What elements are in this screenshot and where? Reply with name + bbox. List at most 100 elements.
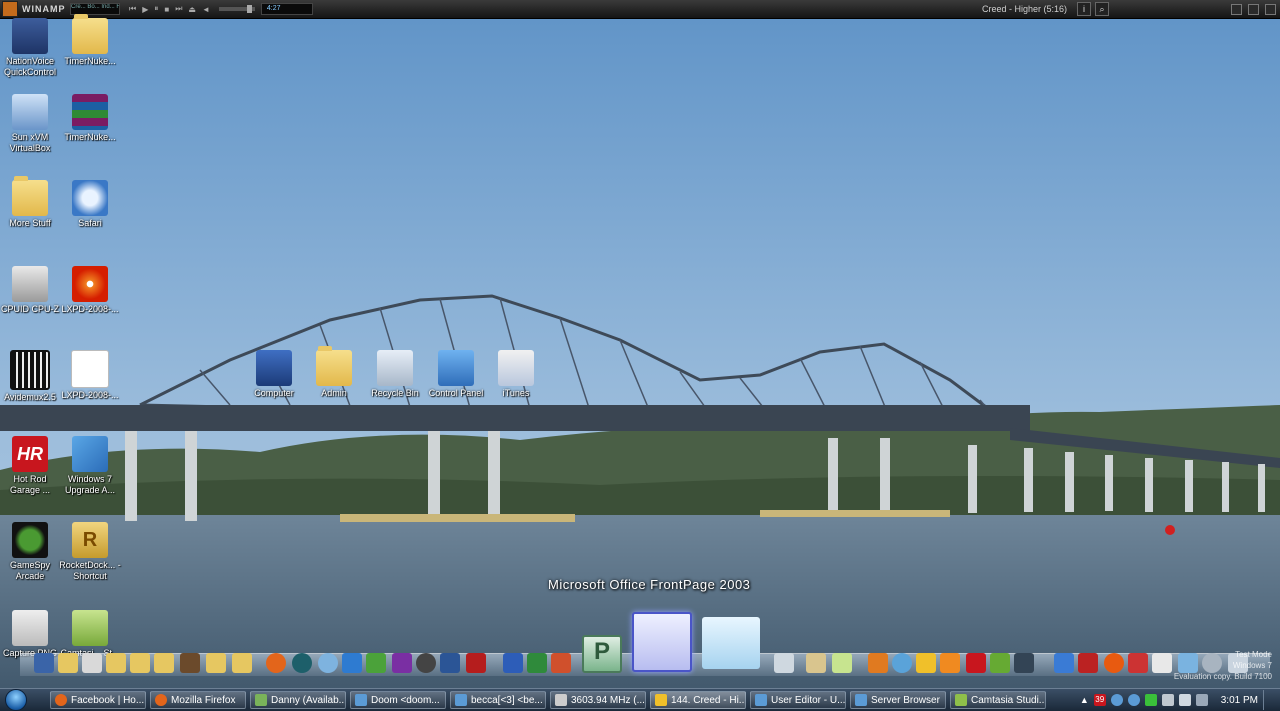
dock-folder-icon[interactable] <box>206 653 226 673</box>
tray-badge-icon[interactable]: 39 <box>1093 694 1106 706</box>
dock-excel-icon[interactable] <box>527 653 547 673</box>
winamp-close-icon[interactable] <box>1265 3 1276 15</box>
start-button[interactable] <box>0 689 32 711</box>
dock-filezilla-icon[interactable] <box>466 653 486 673</box>
dock-computer-icon[interactable] <box>34 653 54 673</box>
dock-media-player-icon[interactable] <box>940 653 960 673</box>
dock-winamp-icon[interactable] <box>916 653 936 673</box>
dock-game-icon[interactable] <box>1014 653 1034 673</box>
winamp-volume-slider[interactable] <box>218 5 255 13</box>
desktop-icon-admin[interactable]: Admin <box>302 346 366 399</box>
taskbar-task-danny[interactable]: Danny (Availab... <box>250 691 346 709</box>
taskbar-task-firefox[interactable]: Mozilla Firefox <box>150 691 246 709</box>
winamp-search-button[interactable]: ⌕ <box>1095 2 1109 16</box>
desktop-icon-gamespy[interactable]: GameSpy Arcade <box>0 522 62 582</box>
tray-expand-icon[interactable]: ▲ <box>1080 695 1089 705</box>
dock-game-icon[interactable] <box>990 653 1010 673</box>
winamp-shade-icon[interactable] <box>1248 3 1259 15</box>
dock-firefox-icon[interactable] <box>266 653 286 673</box>
taskbar-task-server-browser[interactable]: Server Browser <box>850 691 946 709</box>
desktop-icon-more-stuff[interactable]: More Stuff <box>0 176 62 229</box>
desktop-icon-computer[interactable]: Computer <box>242 350 306 399</box>
dock-internet-explorer-icon[interactable] <box>342 653 362 673</box>
taskbar-task-facebook[interactable]: Facebook | Ho... <box>50 691 146 709</box>
show-desktop-button[interactable] <box>1263 690 1274 710</box>
dock-camtasia-icon[interactable] <box>832 653 852 673</box>
dock-hot-rod-icon[interactable] <box>966 653 986 673</box>
tray-messenger-icon[interactable] <box>1110 694 1123 706</box>
dock-word-icon[interactable] <box>503 653 523 673</box>
winamp-play-icon[interactable]: ▶ <box>142 5 148 14</box>
desktop-icon-timernuke-2[interactable]: TimerNuke... <box>58 94 122 143</box>
desktop-icon-label: RocketDock... - Shortcut <box>59 560 121 581</box>
winamp-pause-icon[interactable]: ⏸ <box>154 4 158 14</box>
desktop-icon-hot-rod-garage[interactable]: HR Hot Rod Garage ... <box>0 436 62 496</box>
cpu-z-icon <box>555 694 567 706</box>
winamp-prev-icon[interactable]: ⏮ <box>129 4 136 14</box>
desktop-icon-virtualbox[interactable]: Sun xVM VirtualBox <box>0 94 62 154</box>
desktop-icon-windows7-upgrade[interactable]: Windows 7 Upgrade A... <box>58 436 122 496</box>
dock-globe-icon[interactable] <box>416 653 436 673</box>
taskbar-task-becca[interactable]: becca[<3] <be... <box>450 691 546 709</box>
dock-publisher-icon[interactable]: P <box>582 635 622 673</box>
dock-documents-icon[interactable] <box>82 653 102 673</box>
winamp-next-icon[interactable]: ⏭ <box>175 4 182 14</box>
dock-folder-icon[interactable] <box>106 653 126 673</box>
dock-app-icon[interactable] <box>1128 653 1148 673</box>
taskbar-task-cpu-speed[interactable]: 3603.94 MHz (... <box>550 691 646 709</box>
taskbar-task-user-editor[interactable]: User Editor - U... <box>750 691 846 709</box>
desktop-icon-lxpd-2[interactable]: LXPD-2008-... <box>58 350 122 401</box>
desktop-icon-control-panel[interactable]: Control Panel <box>424 350 488 399</box>
dock-cpu-z-icon[interactable] <box>1152 653 1172 673</box>
tray-app-icon[interactable] <box>1127 694 1140 706</box>
desktop-icon-nationvoice[interactable]: NationVoice QuickControl <box>0 18 62 78</box>
winamp-minimize-icon[interactable] <box>1231 3 1242 15</box>
dock-person-icon[interactable] <box>180 653 200 673</box>
dock-folder-icon[interactable] <box>130 653 150 673</box>
dock-network-icon[interactable] <box>366 653 386 673</box>
dock-folder-icon[interactable] <box>232 653 252 673</box>
tray-flag-icon[interactable] <box>1161 694 1174 706</box>
dock-netscape-icon[interactable] <box>292 653 312 673</box>
dock-calculator-icon[interactable] <box>774 653 794 673</box>
dock-quicktime-icon[interactable] <box>440 653 460 673</box>
dock-safari-icon[interactable] <box>318 653 338 673</box>
winamp-logo-icon[interactable] <box>2 1 18 17</box>
tray-status-icon[interactable] <box>1144 694 1157 706</box>
desktop-icon-label: TimerNuke... <box>64 132 116 142</box>
dock-yahoo-messenger-icon[interactable] <box>392 653 412 673</box>
taskbar-clock[interactable]: 3:01 PM <box>1221 695 1258 706</box>
dock-paint-icon[interactable] <box>806 653 826 673</box>
dock-folder-icon[interactable] <box>154 653 174 673</box>
dock-frontpage-icon[interactable] <box>632 612 692 672</box>
taskbar-task-doom[interactable]: Doom <doom... <box>350 691 446 709</box>
watermark-line-1: Test Mode <box>1235 650 1272 659</box>
desktop-icon-safari[interactable]: Safari <box>58 180 122 229</box>
desktop-icon-recycle-bin[interactable]: Recycle Bin <box>363 350 427 399</box>
winamp-volume-icon[interactable]: ◄ <box>202 5 210 14</box>
taskbar-task-winamp[interactable]: 144. Creed - Hi... <box>650 691 746 709</box>
desktop-icon-timernuke-1[interactable]: TimerNuke... <box>58 14 122 67</box>
server-browser-icon <box>855 694 867 706</box>
dock-cd-icon[interactable] <box>1104 653 1124 673</box>
winamp-bar[interactable]: WINAMP Cre... Bo... Ind... Higher... ⏮ ▶… <box>0 0 1280 19</box>
dock-winrar-icon[interactable] <box>1078 653 1098 673</box>
desktop-icon-rocketdock[interactable]: R RocketDock... - Shortcut <box>58 522 122 582</box>
dock-app-icon[interactable] <box>868 653 888 673</box>
dock-folder-icon[interactable] <box>58 653 78 673</box>
desktop-icon-itunes[interactable]: iTunes <box>484 350 548 399</box>
taskbar-task-camtasia[interactable]: Camtasia Studi... <box>950 691 1046 709</box>
dock-itunes-icon[interactable] <box>892 653 912 673</box>
desktop-icon-cpuz[interactable]: CPUID CPU-Z <box>0 266 62 315</box>
dock-notepad-icon[interactable] <box>702 617 760 669</box>
tray-network-icon[interactable] <box>1195 694 1208 706</box>
winamp-info-button[interactable]: i <box>1077 2 1091 16</box>
desktop-icon-avidemux[interactable]: Avidemux2.5 <box>0 350 62 403</box>
dock-tool-icon[interactable] <box>1054 653 1074 673</box>
tray-volume-icon[interactable] <box>1178 694 1191 706</box>
winamp-eject-icon[interactable]: ⏏ <box>188 5 196 14</box>
winamp-stop-icon[interactable]: ■ <box>164 5 169 14</box>
desktop-icon-lxpd-1[interactable]: LXPD-2008-... <box>58 266 122 315</box>
desktop-icon-label: NationVoice QuickControl <box>3 56 57 77</box>
dock-powerpoint-icon[interactable] <box>551 653 571 673</box>
